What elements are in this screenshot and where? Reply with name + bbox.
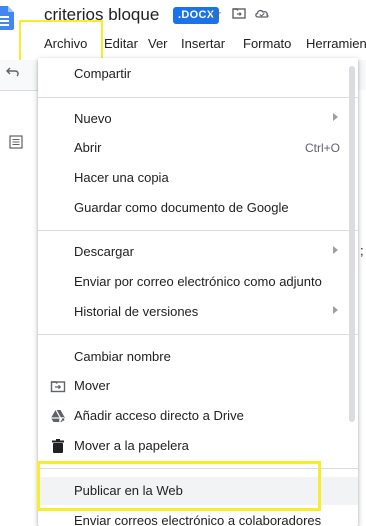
menu-item-acceso-directo[interactable]: Añadir acceso directo a Drive — [38, 402, 358, 430]
text-cursor-marker: ; — [360, 243, 364, 258]
submenu-arrow-icon — [333, 306, 338, 314]
cloud-status-icon[interactable] — [254, 6, 270, 25]
menu-item-label: Abrir — [74, 140, 102, 155]
menu-item-descargar[interactable]: Descargar — [38, 238, 358, 266]
star-icon[interactable]: ☆ — [209, 6, 222, 24]
menu-divider — [38, 230, 358, 231]
drive-shortcut-icon — [50, 408, 66, 424]
menu-herramientas[interactable]: Herramien — [306, 36, 366, 51]
menu-item-guardar-google[interactable]: Guardar como documento de Google — [38, 194, 358, 222]
menu-item-label: Mover — [74, 378, 111, 393]
menu-divider — [38, 97, 358, 98]
menu-item-label: Enviar correos electrónico a colaborador… — [74, 513, 322, 526]
menu-insertar[interactable]: Insertar — [181, 36, 225, 51]
menu-item-label: Historial de versiones — [74, 304, 199, 319]
menu-item-label: Enviar por correo electrónico como adjun… — [74, 274, 322, 289]
menu-item-historial[interactable]: Historial de versiones — [38, 298, 358, 326]
menu-item-label: Mover a la papelera — [74, 438, 189, 453]
menu-item-label: Guardar como documento de Google — [74, 200, 289, 215]
menu-item-label: Descargar — [74, 244, 134, 259]
folder-move-icon[interactable] — [232, 6, 246, 25]
publicar-highlight-box — [37, 461, 321, 511]
menu-ver[interactable]: Ver — [148, 36, 168, 51]
folder-move-icon — [50, 378, 66, 394]
menu-item-mover[interactable]: Mover — [38, 372, 358, 400]
menu-scrollbar[interactable] — [349, 66, 355, 422]
menu-item-enviar-adjunto[interactable]: Enviar por correo electrónico como adjun… — [38, 268, 358, 296]
docs-logo-icon[interactable] — [0, 6, 14, 30]
menu-editar[interactable]: Editar — [104, 36, 138, 51]
menu-item-hacer-copia[interactable]: Hacer una copia — [38, 164, 358, 192]
menu-item-papelera[interactable]: Mover a la papelera — [38, 432, 358, 460]
outline-icon[interactable] — [9, 135, 23, 153]
submenu-arrow-icon — [333, 113, 338, 121]
menu-item-label: Nuevo — [74, 111, 112, 126]
menu-item-compartir[interactable]: Compartir — [38, 60, 358, 88]
menu-item-label: Cambiar nombre — [74, 349, 171, 364]
menu-item-label: Hacer una copia — [74, 170, 169, 185]
menu-item-label: Añadir acceso directo a Drive — [74, 408, 244, 423]
file-menu: Compartir Nuevo Abrir Ctrl+O Hacer una c… — [38, 58, 358, 526]
menu-item-abrir[interactable]: Abrir Ctrl+O — [38, 134, 358, 162]
menu-item-cambiar-nombre[interactable]: Cambiar nombre — [38, 343, 358, 371]
undo-icon[interactable] — [6, 66, 20, 81]
menu-formato[interactable]: Formato — [243, 36, 291, 51]
submenu-arrow-icon — [333, 246, 338, 254]
shortcut-text: Ctrl+O — [304, 141, 340, 155]
menu-divider — [38, 334, 358, 335]
trash-icon — [50, 438, 66, 454]
menu-item-label: Compartir — [74, 66, 132, 81]
menu-item-nuevo[interactable]: Nuevo — [38, 105, 358, 133]
